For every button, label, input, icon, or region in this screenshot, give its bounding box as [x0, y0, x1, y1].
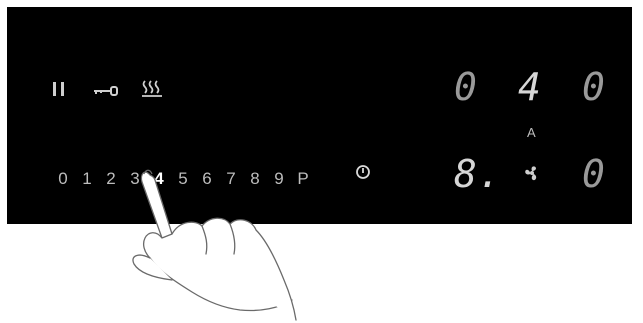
power-button[interactable]: [355, 164, 371, 180]
fan-button[interactable]: [522, 163, 542, 183]
slider-digit-1[interactable]: 1: [77, 166, 97, 192]
slider-digit-0[interactable]: 0: [53, 166, 73, 192]
display-top-center: 4: [518, 65, 542, 109]
pause-button[interactable]: [51, 81, 67, 97]
display-bottom-left: 8.: [454, 152, 502, 196]
display-top-left: 0: [454, 65, 478, 109]
display-bottom-right: 0: [582, 152, 606, 196]
power-icon: [356, 165, 370, 179]
display-top-right: 0: [582, 65, 606, 109]
keep-warm-button[interactable]: [141, 79, 163, 97]
cooktop-control-panel: 0 1 2 3 4 5 6 7 8 9 P 0 4 0 A 8. 0: [7, 7, 632, 224]
pointing-hand-illustration: [132, 169, 297, 321]
pause-icon: [53, 82, 64, 96]
fan-icon: [525, 166, 537, 181]
key-lock-icon: [94, 86, 118, 96]
keep-warm-icon: [142, 80, 162, 97]
child-lock-button[interactable]: [93, 83, 119, 97]
slider-digit-2[interactable]: 2: [101, 166, 121, 192]
mode-label: A: [527, 125, 536, 140]
